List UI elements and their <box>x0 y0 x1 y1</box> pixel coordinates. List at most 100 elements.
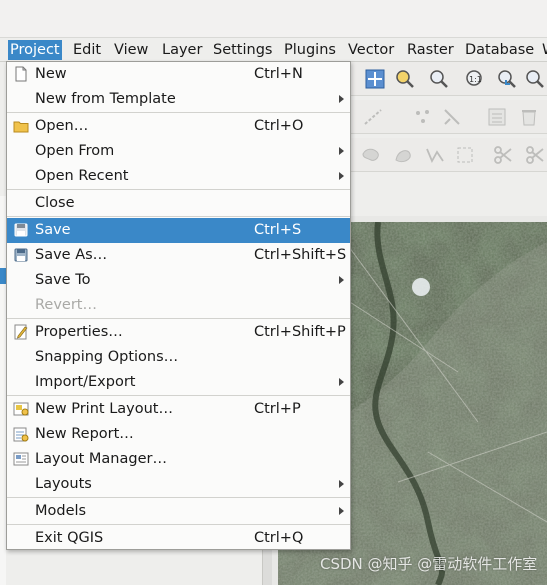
menu-vector[interactable]: Vector <box>346 40 396 60</box>
menu-item-save[interactable]: Save Ctrl+S <box>7 218 350 243</box>
menu-view[interactable]: View <box>112 40 150 60</box>
zoom-to-layer-icon[interactable] <box>428 68 450 90</box>
add-line-icon[interactable] <box>362 106 384 128</box>
menu-item-new-from-template[interactable]: New from Template <box>7 87 350 112</box>
vertex-tool-icon[interactable] <box>442 106 464 128</box>
menu-project[interactable]: Project <box>8 40 62 60</box>
properties-icon <box>14 324 28 340</box>
menu-plugins[interactable]: Plugins <box>282 40 338 60</box>
split-features-icon[interactable] <box>492 144 514 166</box>
menu-item-new-print-layout[interactable]: New Print Layout… Ctrl+P <box>7 397 350 422</box>
menu-item-label: New from Template <box>35 91 176 107</box>
menu-edit[interactable]: Edit <box>71 40 103 60</box>
menu-item-revert: Revert… <box>7 293 350 318</box>
window-title-strip <box>0 0 547 38</box>
menu-raster[interactable]: Raster <box>405 40 456 60</box>
pan-to-selection-icon[interactable] <box>364 68 386 90</box>
menu-item-label: New Report… <box>35 426 134 442</box>
menu-separator <box>7 216 350 217</box>
menu-item-label: Open… <box>35 118 89 134</box>
menu-web[interactable]: W <box>540 40 547 60</box>
menu-item-label: Exit QGIS <box>35 530 104 546</box>
menu-item-label: New <box>35 66 67 82</box>
menu-item-open-recent[interactable]: Open Recent <box>7 164 350 189</box>
menu-item-label: Save <box>35 222 71 238</box>
menu-database[interactable]: Database <box>463 40 536 60</box>
menu-separator <box>7 524 350 525</box>
delete-selected-icon[interactable] <box>518 106 540 128</box>
submenu-arrow-icon <box>339 378 344 386</box>
layout-manager-icon <box>13 452 29 466</box>
menu-item-label: Layout Manager… <box>35 451 167 467</box>
submenu-arrow-icon <box>339 507 344 515</box>
menu-item-snapping-options[interactable]: Snapping Options… <box>7 345 350 370</box>
zoom-last-icon[interactable] <box>496 68 518 90</box>
project-menu: New Ctrl+N New from Template Open… Ctrl+… <box>6 61 351 550</box>
menu-item-import-export[interactable]: Import/Export <box>7 370 350 395</box>
menu-item-new-report[interactable]: New Report… <box>7 422 350 447</box>
menu-item-label: New Print Layout… <box>35 401 173 417</box>
submenu-arrow-icon <box>339 172 344 180</box>
reshape-icon[interactable] <box>360 144 382 166</box>
menu-item-label: Models <box>35 503 87 519</box>
report-icon <box>13 427 29 442</box>
menu-item-label: Save As… <box>35 247 108 263</box>
menu-item-label: Properties… <box>35 324 123 340</box>
menu-item-shortcut: Ctrl+N <box>254 66 303 82</box>
menu-bar: Project Edit View Layer Settings Plugins… <box>0 38 547 62</box>
advanced-digitizing-toolbar <box>350 138 547 172</box>
menu-item-close[interactable]: Close <box>7 191 350 216</box>
menu-item-label: Open From <box>35 143 115 159</box>
submenu-arrow-icon <box>339 276 344 284</box>
edit-table-icon[interactable] <box>486 106 508 128</box>
menu-item-layout-manager[interactable]: Layout Manager… <box>7 447 350 472</box>
zoom-native-resolution-icon[interactable]: 1:1 <box>464 68 486 90</box>
offset-curve-icon[interactable] <box>392 144 414 166</box>
save-icon <box>14 223 28 237</box>
menu-item-open[interactable]: Open… Ctrl+O <box>7 114 350 139</box>
add-point-icon[interactable] <box>412 106 434 128</box>
menu-item-shortcut: Ctrl+Shift+P <box>254 324 346 340</box>
menu-item-label: Snapping Options… <box>35 349 179 365</box>
menu-separator <box>7 395 350 396</box>
menu-item-shortcut: Ctrl+S <box>254 222 302 238</box>
print-layout-icon <box>13 402 29 416</box>
menu-item-shortcut: Ctrl+Q <box>254 530 304 546</box>
split-parts-icon[interactable] <box>524 144 546 166</box>
save-as-icon <box>14 248 28 262</box>
submenu-arrow-icon <box>339 95 344 103</box>
digitizing-toolbar <box>350 100 547 134</box>
menu-item-label: Save To <box>35 272 91 288</box>
folder-icon <box>13 121 29 133</box>
menu-layer[interactable]: Layer <box>160 40 204 60</box>
menu-item-label: Layouts <box>35 476 92 492</box>
simplify-icon[interactable] <box>424 144 446 166</box>
svg-text:1:1: 1:1 <box>469 75 482 84</box>
menu-item-shortcut: Ctrl+Shift+S <box>254 247 347 263</box>
menu-separator <box>7 112 350 113</box>
submenu-arrow-icon <box>339 147 344 155</box>
menu-separator <box>7 189 350 190</box>
menu-item-properties[interactable]: Properties… Ctrl+Shift+P <box>7 320 350 345</box>
menu-item-label: Revert… <box>35 297 97 313</box>
menu-item-layouts[interactable]: Layouts <box>7 472 350 497</box>
zoom-to-selection-icon[interactable] <box>394 68 416 90</box>
map-navigation-toolbar: 1:1 <box>350 62 547 96</box>
menu-item-models[interactable]: Models <box>7 499 350 524</box>
watermark-text: CSDN @知乎 @雷动软件工作室 <box>320 555 538 573</box>
add-ring-icon[interactable] <box>454 144 476 166</box>
menu-item-save-as[interactable]: Save As… Ctrl+Shift+S <box>7 243 350 268</box>
menu-item-label: Close <box>35 195 75 211</box>
menu-item-save-to[interactable]: Save To <box>7 268 350 293</box>
menu-item-label: Import/Export <box>35 374 136 390</box>
menu-item-open-from[interactable]: Open From <box>7 139 350 164</box>
menu-settings[interactable]: Settings <box>211 40 274 60</box>
menu-item-new[interactable]: New Ctrl+N <box>7 62 350 87</box>
zoom-next-icon[interactable] <box>524 68 546 90</box>
menu-separator <box>7 318 350 319</box>
menu-item-exit[interactable]: Exit QGIS Ctrl+Q <box>7 526 350 551</box>
menu-item-shortcut: Ctrl+P <box>254 401 301 417</box>
menu-item-label: Open Recent <box>35 168 129 184</box>
submenu-arrow-icon <box>339 480 344 488</box>
new-document-icon <box>15 66 27 82</box>
